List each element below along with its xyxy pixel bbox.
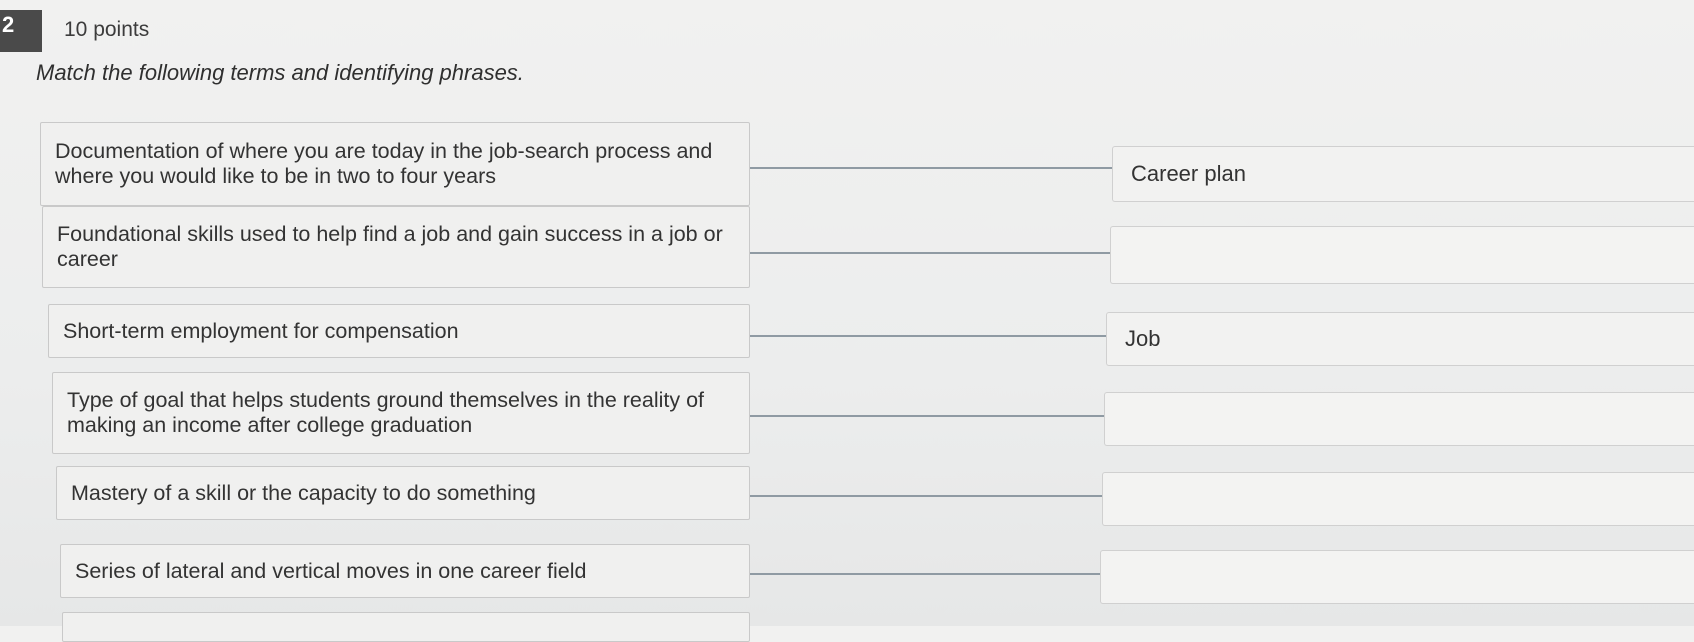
prompt-6[interactable]: Series of lateral and vertical moves in … [60,544,750,598]
prompt-5[interactable]: Mastery of a skill or the capacity to do… [56,466,750,520]
connector-line [750,573,1100,575]
prompt-text: Mastery of a skill or the capacity to do… [71,480,536,505]
connector-line [750,335,1106,337]
question-number: 2 [0,10,42,52]
prompt-1[interactable]: Documentation of where you are today in … [40,122,750,206]
answer-slot-1[interactable]: Career plan [1112,146,1694,202]
answer-slot-6[interactable] [1100,550,1694,604]
answer-slot-2[interactable] [1110,226,1694,284]
prompt-text: Short-term employment for compensation [63,318,459,343]
prompt-3[interactable]: Short-term employment for compensation [48,304,750,358]
connector-line [750,415,1104,417]
prompt-text: Series of lateral and vertical moves in … [75,558,587,583]
prompt-text: Foundational skills used to help find a … [57,222,723,271]
answer-slot-4[interactable] [1104,392,1694,446]
prompt-2[interactable]: Foundational skills used to help find a … [42,206,750,288]
answer-text: Career plan [1131,161,1246,186]
answer-slot-3[interactable]: Job [1106,312,1694,366]
connector-line [750,495,1102,497]
answer-slot-5[interactable] [1102,472,1694,526]
connector-line [750,167,1112,169]
prompt-4[interactable]: Type of goal that helps students ground … [52,372,750,454]
answer-text: Job [1125,326,1161,351]
instructions: Match the following terms and identifyin… [36,60,524,85]
points-label: 10 points [64,18,150,41]
connector-line [750,252,1110,254]
prompt-text: Type of goal that helps students ground … [67,388,705,437]
prompt-partial[interactable] [62,612,750,642]
prompt-text: Documentation of where you are today in … [55,139,713,188]
